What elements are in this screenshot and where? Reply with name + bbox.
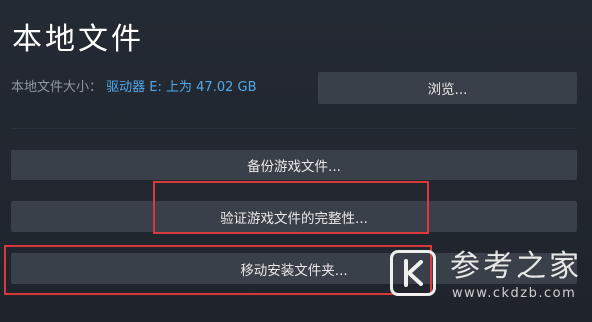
browse-button[interactable]: 浏览...: [318, 72, 577, 104]
watermark-url: www.ckdzb.com: [452, 286, 577, 301]
size-value: 驱动器 E: 上为 47.02 GB: [106, 80, 257, 95]
section-title: 本地文件: [12, 22, 144, 57]
local-files-size-row: 本地文件大小： 驱动器 E: 上为 47.02 GB: [11, 78, 257, 98]
verify-game-files-button[interactable]: 验证游戏文件的完整性...: [11, 201, 577, 232]
divider: [11, 128, 577, 129]
size-label: 本地文件大小：: [11, 80, 103, 95]
local-files-panel: 本地文件 本地文件大小： 驱动器 E: 上为 47.02 GB 浏览... 备份…: [0, 0, 592, 322]
move-install-folder-button[interactable]: 移动安装文件夹...: [11, 253, 577, 284]
backup-game-files-button[interactable]: 备份游戏文件...: [11, 150, 577, 180]
